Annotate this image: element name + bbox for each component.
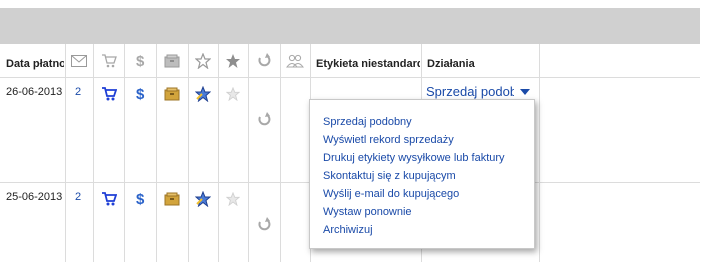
row2-payment-date: 25-06-2013: [6, 191, 63, 203]
toolbar-bar: [0, 8, 700, 44]
star-feedback-icon[interactable]: [193, 52, 213, 70]
row1-cart-icon[interactable]: [99, 85, 119, 103]
column-header-actions[interactable]: Działania: [427, 58, 537, 70]
row2-feedback-star-icon[interactable]: [193, 190, 213, 208]
actions-dropdown-menu: Sprzedaj podobny Wyświetl rekord sprzeda…: [309, 99, 535, 249]
envelope-icon[interactable]: [69, 52, 89, 70]
row1-message-count[interactable]: 2: [75, 86, 81, 98]
dollar-icon[interactable]: $: [131, 52, 151, 70]
row2-message-count[interactable]: 2: [75, 191, 81, 203]
cart-icon[interactable]: [99, 52, 119, 70]
chevron-down-icon[interactable]: [520, 89, 530, 95]
row1-payment-date: 26-06-2013: [6, 86, 63, 98]
column-header-custom-label[interactable]: Etykieta niestandardowa: [316, 58, 420, 70]
row1-star-outline-icon[interactable]: [223, 85, 243, 103]
row2-cart-icon[interactable]: [99, 190, 119, 208]
svg-text:$: $: [136, 191, 145, 207]
menu-item-sell-similar[interactable]: Sprzedaj podobny: [323, 116, 412, 128]
svg-text:$: $: [136, 53, 145, 69]
undo-icon[interactable]: [254, 52, 274, 70]
menu-item-contact-buyer[interactable]: Skontaktuj się z kupującym: [323, 170, 456, 182]
users-icon[interactable]: [285, 52, 305, 70]
row1-relist-icon[interactable]: [254, 111, 274, 129]
row1-package-icon[interactable]: [162, 85, 182, 103]
menu-item-view-sales-record[interactable]: Wyświetl rekord sprzedaży: [323, 134, 454, 146]
row1-feedback-star-icon[interactable]: [193, 85, 213, 103]
column-header-payment-date[interactable]: Data płatności: [6, 58, 64, 70]
row2-relist-icon[interactable]: [254, 216, 274, 234]
menu-item-email-buyer[interactable]: Wyślij e-mail do kupującego: [323, 188, 459, 200]
sell-similar-link[interactable]: Sprzedaj podobny: [426, 84, 514, 99]
svg-text:$: $: [136, 86, 145, 102]
menu-item-archive[interactable]: Archiwizuj: [323, 224, 373, 236]
row2-dollar-icon[interactable]: $: [131, 190, 151, 208]
row1-dollar-icon[interactable]: $: [131, 85, 151, 103]
package-icon[interactable]: [162, 52, 182, 70]
menu-item-relist[interactable]: Wystaw ponownie: [323, 206, 412, 218]
row2-star-outline-icon[interactable]: [223, 190, 243, 208]
row2-package-icon[interactable]: [162, 190, 182, 208]
menu-item-print-labels[interactable]: Drukuj etykiety wysyłkowe lub faktury: [323, 152, 505, 164]
star-filled-icon[interactable]: [223, 52, 243, 70]
